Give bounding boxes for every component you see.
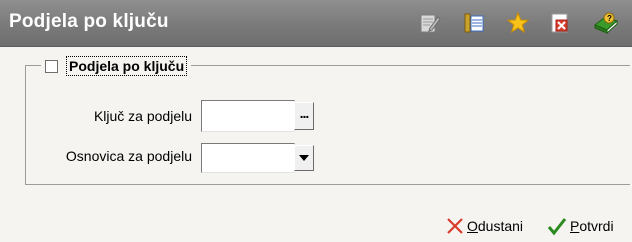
group-box <box>25 65 630 185</box>
title-bar: Podjela po ključu ? <box>0 0 632 47</box>
list-icon[interactable] <box>462 11 486 35</box>
checkmark-icon <box>547 218 567 236</box>
enable-checkbox[interactable] <box>45 59 58 73</box>
group-legend: Podjela po ključu <box>41 54 192 78</box>
pdf-close-icon[interactable] <box>548 11 572 35</box>
key-input[interactable] <box>201 100 295 132</box>
footer <box>0 195 632 242</box>
edit-icon[interactable] <box>418 11 442 35</box>
base-dropdown-button[interactable] <box>294 145 314 171</box>
svg-text:?: ? <box>607 14 612 23</box>
ellipsis-label: ... <box>299 105 310 121</box>
dialog-window: Podjela po ključu ? Podjela po ključu Kl… <box>0 0 632 242</box>
confirm-label: Potvrdi <box>570 218 614 234</box>
chevron-down-icon <box>299 155 309 161</box>
star-icon[interactable] <box>506 11 530 35</box>
cancel-label: Odustani <box>467 218 524 234</box>
close-icon <box>447 218 463 234</box>
confirm-button[interactable]: Potvrdi <box>547 216 614 236</box>
base-select[interactable] <box>201 143 295 173</box>
group-label[interactable]: Podjela po ključu <box>66 56 188 76</box>
window-title: Podjela po ključu <box>9 11 169 32</box>
key-browse-button[interactable]: ... <box>294 102 314 130</box>
cancel-button[interactable]: Odustani <box>446 216 523 236</box>
help-books-icon[interactable]: ? <box>592 11 618 35</box>
base-label: Osnovica za podjelu <box>65 148 192 164</box>
key-label: Ključ za podjelu <box>93 108 192 124</box>
toolbar: ? <box>418 11 628 35</box>
